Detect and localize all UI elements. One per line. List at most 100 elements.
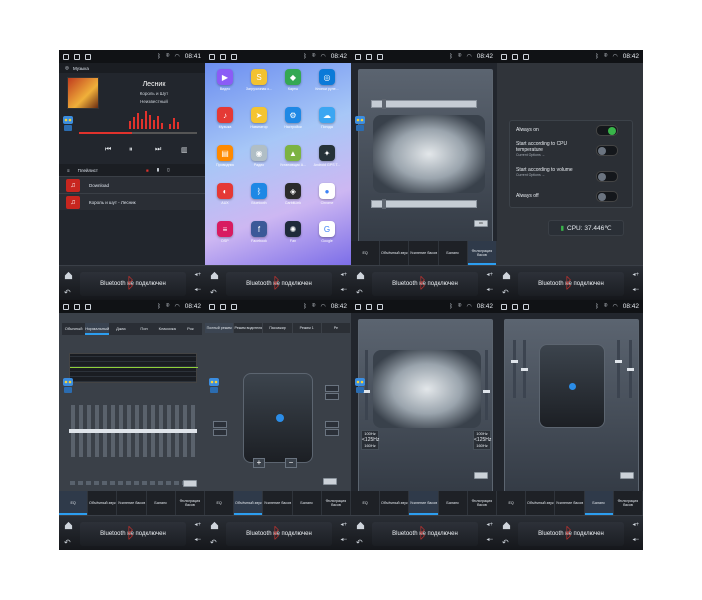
- eq-band-slider[interactable]: [85, 405, 93, 457]
- left-slider-2[interactable]: [521, 340, 528, 398]
- preset-normal[interactable]: Обычный: [62, 323, 85, 335]
- bluetooth-status-button[interactable]: ᛒ Bluetooth не подключен: [518, 272, 624, 296]
- home-icon[interactable]: [64, 521, 73, 530]
- reset-button[interactable]: [474, 472, 488, 479]
- app-launcher[interactable]: ◈ CarbitLink: [279, 183, 307, 205]
- option-volume[interactable]: Start according to volume Current Options…: [516, 167, 582, 177]
- toggle-always-on[interactable]: [596, 125, 618, 136]
- tab-eq[interactable]: EQ: [497, 491, 527, 515]
- tab-eq[interactable]: EQ: [205, 491, 235, 515]
- tab-balance[interactable]: Баланс: [584, 491, 614, 515]
- tab-surround[interactable]: Объёмный звук: [234, 491, 264, 515]
- assistant-robot-icon[interactable]: [60, 375, 76, 395]
- tab-balance[interactable]: Баланс: [147, 491, 176, 515]
- volume-up-icon[interactable]: ◂+: [486, 521, 493, 528]
- eq-band-slider[interactable]: [141, 405, 149, 457]
- window-icon[interactable]: [63, 303, 69, 310]
- screenshot-icon[interactable]: [523, 303, 529, 310]
- eq-band-slider[interactable]: [133, 405, 141, 457]
- eq-band-slider[interactable]: [173, 405, 181, 457]
- eq-band-slider[interactable]: [189, 405, 197, 457]
- left-slider[interactable]: [511, 340, 518, 398]
- tab-eq[interactable]: EQ: [351, 491, 381, 515]
- volume-down-icon[interactable]: ◂−: [632, 286, 639, 293]
- window-icon[interactable]: [355, 303, 361, 310]
- prev-button[interactable]: ⏮: [105, 146, 111, 154]
- back-icon[interactable]: ↶: [502, 538, 509, 547]
- app-launcher[interactable]: ➤ Навигатор: [245, 107, 273, 129]
- tab-eq[interactable]: EQ: [59, 491, 89, 515]
- volume-up-icon[interactable]: ◂+: [340, 521, 347, 528]
- app-launcher[interactable]: ▶ Видео: [211, 69, 239, 91]
- eq-band-slider[interactable]: [157, 405, 165, 457]
- back-icon[interactable]: ↶: [64, 288, 71, 297]
- recent-icon[interactable]: [512, 53, 518, 60]
- eq-band-slider[interactable]: [165, 405, 173, 457]
- volume-down-icon[interactable]: ◂−: [194, 536, 201, 543]
- reset-button[interactable]: [183, 480, 197, 487]
- reset-button[interactable]: [323, 478, 337, 485]
- assistant-robot-icon[interactable]: [60, 113, 76, 133]
- mode-driver[interactable]: Режим водителя: [234, 323, 264, 333]
- eq-band-slider[interactable]: [77, 405, 85, 457]
- volume-up-icon[interactable]: ◂+: [194, 521, 201, 528]
- tab-eq[interactable]: EQ: [351, 241, 381, 265]
- app-launcher[interactable]: ✺ Fan: [279, 221, 307, 243]
- recent-icon[interactable]: [220, 303, 226, 310]
- app-launcher[interactable]: ☁ Погода: [313, 107, 341, 129]
- next-button[interactable]: ⏭: [155, 146, 161, 154]
- volume-down-icon[interactable]: ◂−: [632, 536, 639, 543]
- back-icon[interactable]: ↶: [356, 538, 363, 547]
- app-launcher[interactable]: ● Chrome: [313, 183, 341, 205]
- mode-next[interactable]: Ре: [322, 323, 351, 333]
- bluetooth-status-button[interactable]: ᛒ Bluetooth не подключен: [226, 272, 332, 296]
- volume-up-icon[interactable]: ◂+: [194, 271, 201, 278]
- bottom-slider[interactable]: [371, 199, 477, 209]
- album-art[interactable]: [67, 77, 99, 109]
- eq-band-slider[interactable]: [69, 405, 77, 457]
- recent-icon[interactable]: [366, 53, 372, 60]
- tab-bass-boost[interactable]: Усиление басов: [117, 491, 147, 515]
- music-app-icon[interactable]: ◎: [65, 65, 69, 71]
- recent-icon[interactable]: [74, 303, 80, 310]
- reset-button[interactable]: [620, 472, 634, 479]
- recent-icon[interactable]: [366, 303, 372, 310]
- tab-surround[interactable]: Объёмный звук: [88, 491, 118, 515]
- mode-1[interactable]: Режим 1: [293, 323, 322, 333]
- tab-balance[interactable]: Баланс: [293, 491, 322, 515]
- mode-full[interactable]: Полный режим: [205, 323, 235, 333]
- assistant-robot-icon[interactable]: [352, 375, 368, 395]
- eq-band-slider[interactable]: [149, 405, 157, 457]
- eq-band-slider[interactable]: [125, 405, 133, 457]
- option-always-off[interactable]: Always off: [516, 193, 539, 199]
- tab-bass-filter[interactable]: Фильтрация басов: [467, 241, 497, 265]
- window-icon[interactable]: [63, 53, 69, 60]
- right-slider[interactable]: [615, 340, 622, 398]
- app-launcher[interactable]: S Загрузочная с...: [245, 69, 273, 91]
- option-always-on[interactable]: Always on: [516, 127, 539, 133]
- volume-down-icon[interactable]: ◂−: [486, 536, 493, 543]
- tab-balance[interactable]: Баланс: [439, 241, 468, 265]
- eq-band-slider[interactable]: [101, 405, 109, 457]
- screenshot-icon[interactable]: [377, 53, 383, 60]
- home-icon[interactable]: [356, 521, 365, 530]
- preset-pop[interactable]: Поп: [132, 323, 155, 335]
- tab-surround[interactable]: Объёмный звук: [380, 241, 410, 265]
- app-launcher[interactable]: ▲ Установщик А...: [279, 145, 307, 167]
- tab-balance[interactable]: Баланс: [439, 491, 468, 515]
- tab-surround[interactable]: Объёмный звук: [526, 491, 556, 515]
- plus-button[interactable]: +: [253, 458, 265, 468]
- preset-jazz[interactable]: Джаз: [109, 323, 132, 335]
- shuffle-icon[interactable]: ■: [146, 168, 149, 173]
- home-icon[interactable]: [502, 521, 511, 530]
- screenshot-icon[interactable]: [231, 53, 237, 60]
- volume-up-icon[interactable]: ◂+: [486, 271, 493, 278]
- bluetooth-status-button[interactable]: ᛒ Bluetooth не подключен: [518, 522, 624, 546]
- preset-rock[interactable]: Рок: [179, 323, 202, 335]
- bluetooth-status-button[interactable]: ᛒ Bluetooth не подключен: [80, 522, 186, 546]
- right-freq-box[interactable]: 100Hz <125Hz 160Hz: [473, 430, 491, 450]
- home-icon[interactable]: [356, 271, 365, 280]
- volume-down-icon[interactable]: ◂−: [340, 286, 347, 293]
- tab-bass-filter[interactable]: Фильтрация басов: [468, 491, 497, 515]
- volume-down-icon[interactable]: ◂−: [194, 286, 201, 293]
